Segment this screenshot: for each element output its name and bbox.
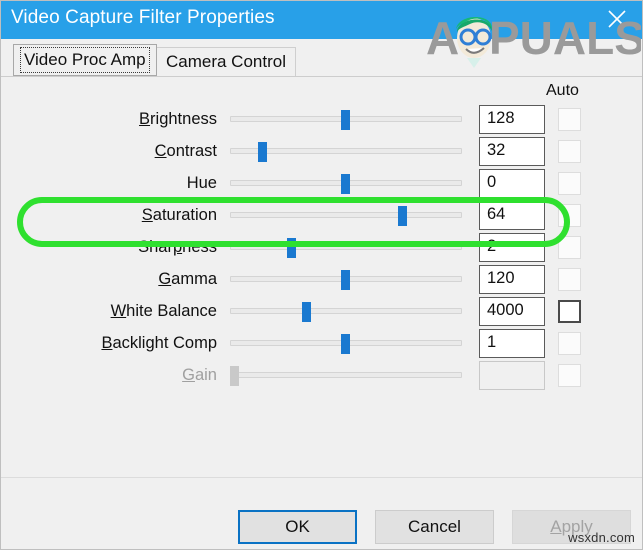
auto-checkbox-contrast[interactable] [558, 140, 581, 163]
dialog-footer: OK Cancel Apply [1, 477, 642, 549]
tab-video-proc-amp-label: Video Proc Amp [20, 47, 150, 73]
slider-thumb[interactable] [398, 206, 407, 226]
slider-row-gain: Gain [1, 359, 642, 392]
slider-thumb[interactable] [258, 142, 267, 162]
slider-backlight-comp[interactable] [230, 327, 462, 360]
slider-track [230, 372, 462, 378]
slider-thumb[interactable] [341, 270, 350, 290]
tab-camera-control[interactable]: Camera Control [156, 47, 296, 76]
slider-row-gamma: Gamma 120 [1, 263, 642, 296]
slider-row-contrast: Contrast 32 [1, 135, 642, 168]
slider-brightness[interactable] [230, 103, 462, 136]
slider-gamma[interactable] [230, 263, 462, 296]
slider-thumb[interactable] [302, 302, 311, 322]
label-brightness: Brightness [139, 110, 217, 128]
auto-checkbox-gain [558, 364, 581, 387]
auto-checkbox-hue[interactable] [558, 172, 581, 195]
slider-row-saturation: Saturation 64 [1, 199, 642, 232]
slider-row-brightness: Brightness 128 [1, 103, 642, 136]
ok-button[interactable]: OK [238, 510, 357, 544]
video-proc-amp-panel: Auto Brightness 128 Contrast 32 Hue 0 Sa… [1, 77, 642, 524]
slider-thumb[interactable] [341, 174, 350, 194]
value-gamma[interactable]: 120 [479, 265, 545, 294]
value-brightness[interactable]: 128 [479, 105, 545, 134]
slider-thumb[interactable] [341, 110, 350, 130]
slider-row-sharpness: Sharpness 2 [1, 231, 642, 264]
value-backlight-comp[interactable]: 1 [479, 329, 545, 358]
slider-thumb[interactable] [287, 238, 296, 258]
auto-checkbox-white-balance[interactable] [558, 300, 581, 323]
tab-video-proc-amp[interactable]: Video Proc Amp [13, 44, 157, 76]
auto-checkbox-sharpness[interactable] [558, 236, 581, 259]
label-gamma: Gamma [158, 270, 217, 288]
value-hue[interactable]: 0 [479, 169, 545, 198]
title-bar: Video Capture Filter Properties [1, 1, 642, 39]
tab-camera-control-label: Camera Control [166, 52, 286, 71]
close-icon[interactable] [598, 3, 636, 35]
value-sharpness[interactable]: 2 [479, 233, 545, 262]
slider-thumb[interactable] [341, 334, 350, 354]
label-saturation: Saturation [141, 206, 217, 224]
slider-track [230, 212, 462, 218]
cancel-button[interactable]: Cancel [375, 510, 494, 544]
label-hue: Hue [186, 174, 217, 192]
slider-white-balance[interactable] [230, 295, 462, 328]
slider-sharpness[interactable] [230, 231, 462, 264]
slider-saturation[interactable] [230, 199, 462, 232]
window-title: Video Capture Filter Properties [11, 7, 275, 28]
auto-checkbox-gamma[interactable] [558, 268, 581, 291]
auto-checkbox-saturation[interactable] [558, 204, 581, 227]
tab-strip: Video Proc Amp Camera Control [1, 39, 642, 77]
slider-track [230, 244, 462, 250]
ok-button-label: OK [285, 517, 310, 536]
slider-thumb [230, 366, 239, 386]
auto-checkbox-backlight-comp[interactable] [558, 332, 581, 355]
video-capture-filter-properties-dialog: Video Capture Filter Properties A PUALS [0, 0, 643, 550]
label-contrast: Contrast [154, 142, 217, 160]
value-white-balance[interactable]: 4000 [479, 297, 545, 326]
slider-contrast[interactable] [230, 135, 462, 168]
auto-column-header: Auto [546, 82, 579, 99]
source-watermark: wsxdn.com [568, 530, 635, 545]
slider-hue[interactable] [230, 167, 462, 200]
slider-row-hue: Hue 0 [1, 167, 642, 200]
value-gain [479, 361, 545, 390]
cancel-button-label: Cancel [408, 517, 461, 536]
auto-checkbox-brightness[interactable] [558, 108, 581, 131]
label-white-balance: White Balance [110, 302, 217, 320]
label-gain: Gain [182, 366, 217, 384]
slider-gain [230, 359, 462, 392]
value-saturation[interactable]: 64 [479, 201, 545, 230]
label-backlight-comp: Backlight Comp [101, 334, 217, 352]
label-sharpness: Sharpness [138, 238, 217, 256]
slider-track [230, 308, 462, 314]
slider-row-backlight-comp: Backlight Comp 1 [1, 327, 642, 360]
value-contrast[interactable]: 32 [479, 137, 545, 166]
slider-row-white-balance: White Balance 4000 [1, 295, 642, 328]
